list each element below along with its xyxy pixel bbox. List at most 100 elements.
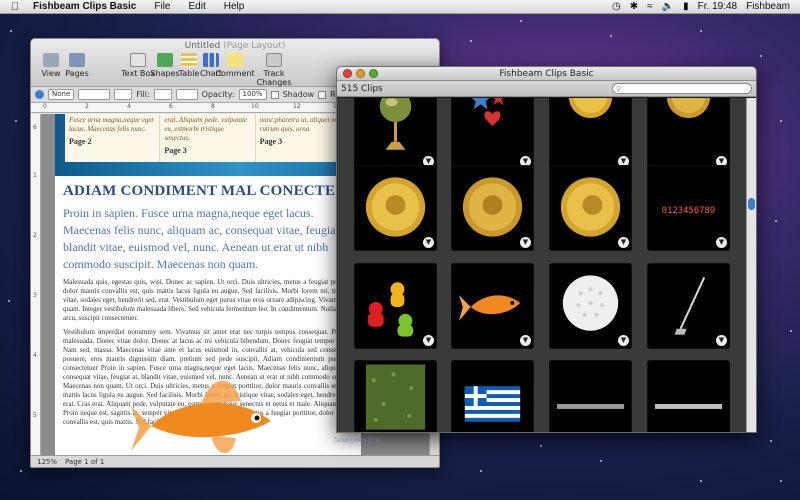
menu-file[interactable]: File xyxy=(145,1,179,12)
clips-scroll-thumb[interactable] xyxy=(748,198,755,210)
fill-label: Fill: xyxy=(136,90,150,99)
clip-tile-greece-flag[interactable]: ▼ xyxy=(451,360,534,432)
clip-tile-coin-2[interactable]: ▼ xyxy=(647,98,730,170)
search-icon: ⚲ xyxy=(616,84,622,93)
pages-title: Untitled (Page Layout) xyxy=(31,41,439,51)
header-band: Fusce urna magna,neque eget lacus. Maece… xyxy=(55,114,361,176)
grass-icon xyxy=(365,364,426,430)
clip-tile-coin-4[interactable]: ▼ xyxy=(451,165,534,251)
menu-help[interactable]: Help xyxy=(215,1,254,12)
styles-drawer-icon[interactable] xyxy=(35,90,44,99)
menu-edit[interactable]: Edit xyxy=(180,1,215,12)
shadow-checkbox[interactable] xyxy=(270,90,279,99)
goldfish-image[interactable] xyxy=(131,366,291,455)
clips-titlebar[interactable]: Fishbeam Clips Basic xyxy=(337,67,756,81)
clip-tile-stars-heart[interactable]: ▼ xyxy=(451,98,534,170)
chevron-down-icon[interactable]: ▼ xyxy=(618,237,629,248)
clock[interactable]: Fr. 19:48 xyxy=(698,1,737,12)
preview-card-page: Page 3 xyxy=(164,146,187,155)
battery-icon[interactable]: ▮ xyxy=(683,1,689,12)
pages-title-sub: (Page Layout) xyxy=(223,41,286,51)
chevron-down-icon[interactable]: ▼ xyxy=(423,237,434,248)
preview-card[interactable]: erat. Aliquam pede. vulputate eu, estmor… xyxy=(160,114,256,162)
user-menu[interactable]: Fishbeam xyxy=(746,1,790,12)
clips-window: Fishbeam Clips Basic 515 Clips ⚲ ▼ ▼ ▼ ▼ ▼ ▼ ▼… xyxy=(336,66,757,433)
text-strip-1-icon xyxy=(556,403,625,409)
vruler-tick: 2 xyxy=(33,232,37,239)
fill-more-select[interactable] xyxy=(175,89,198,100)
track-changes-icon xyxy=(266,53,282,67)
opacity-select[interactable]: 100% xyxy=(238,89,267,100)
wifi-icon[interactable]: ≈ xyxy=(647,1,653,12)
pages-status-bar: 125% Page 1 of 1 xyxy=(31,455,439,467)
textbox-icon xyxy=(130,53,146,67)
bluetooth-icon[interactable]: ✱ xyxy=(630,1,638,12)
menu-extras: ◷ ✱ ≈ 🔈 ▮ Fr. 19:48 Fishbeam xyxy=(612,1,800,12)
time-machine-icon[interactable]: ◷ xyxy=(612,1,621,12)
vertical-ruler[interactable]: 6 1 2 3 4 5 6 xyxy=(31,114,41,467)
ruler-tick: 0 xyxy=(43,103,47,110)
ruler-tick: 12 xyxy=(293,103,301,110)
toolbar-track-changes-label: Track Changes xyxy=(256,69,292,87)
zoom-select[interactable]: 125% xyxy=(37,458,57,466)
opacity-label: Opacity: xyxy=(201,90,235,99)
clip-tile-coin-3[interactable]: ▼ xyxy=(354,165,437,251)
greece-flag-icon xyxy=(464,386,521,422)
clip-tile-goldfish[interactable]: ▼ xyxy=(451,263,534,349)
toolbar-pages-button[interactable]: Pages xyxy=(57,53,97,78)
stroke-color-well[interactable] xyxy=(114,89,133,100)
chevron-down-icon[interactable]: ▼ xyxy=(716,237,727,248)
shadow-label: Shadow xyxy=(282,90,315,99)
clip-tile-coin-5[interactable]: ▼ xyxy=(549,165,632,251)
clips-scrollbar[interactable] xyxy=(746,98,756,432)
preview-card-page: Page 3 xyxy=(259,137,283,146)
document-page[interactable]: Fusce urna magna,neque eget lacus. Maece… xyxy=(55,114,361,455)
ruler-tick: 10 xyxy=(251,103,259,110)
ruler-tick: 8 xyxy=(211,103,215,110)
clip-tile-golf-ball[interactable]: ▼ xyxy=(549,263,632,349)
stroke-weight-select[interactable] xyxy=(78,89,111,100)
chevron-down-icon[interactable]: ▼ xyxy=(716,335,727,346)
clips-count: 515 Clips xyxy=(341,83,383,94)
vruler-tick: 4 xyxy=(33,352,37,359)
clip-tile-globe[interactable]: ▼ xyxy=(354,98,437,170)
comment-icon xyxy=(227,53,243,67)
vruler-tick: 1 xyxy=(33,172,37,179)
clip-tile-text-strip-2[interactable]: ▼ xyxy=(647,360,730,432)
clip-tile-golf-club[interactable]: ▼ xyxy=(647,263,730,349)
clip-tile-coin-1[interactable]: ▼ xyxy=(549,98,632,170)
menu-bar:  Fishbeam Clips Basic File Edit Help ◷ … xyxy=(0,0,800,14)
chevron-down-icon[interactable]: ▼ xyxy=(520,237,531,248)
clip-tile-led-numbers[interactable]: 0123456789 ▼ xyxy=(647,165,730,251)
clips-grid[interactable]: ▼▼▼▼▼▼▼0123456789▼▼▼▼▼▼▼▼▼ xyxy=(337,98,746,432)
toolbar-track-changes-button[interactable]: Track Changes xyxy=(249,53,299,87)
clips-search-field[interactable]: ⚲ xyxy=(612,83,752,94)
chevron-down-icon[interactable]: ▼ xyxy=(618,335,629,346)
chevron-down-icon[interactable]: ▼ xyxy=(423,335,434,346)
preview-card-text: Fusce urna magna,neque eget lacus. Maece… xyxy=(69,116,154,133)
ruler-tick: 6 xyxy=(169,103,173,110)
pages-icon xyxy=(69,53,85,67)
preview-card[interactable]: Fusce urna magna,neque eget lacus. Maece… xyxy=(65,114,161,162)
clips-title: Fishbeam Clips Basic xyxy=(499,68,594,79)
document-lead-paragraph[interactable]: Proin in sapien. Fusce urna magna,neque … xyxy=(63,205,355,273)
app-menu[interactable]: Fishbeam Clips Basic xyxy=(24,1,145,12)
fill-color-well[interactable] xyxy=(153,89,172,100)
apple-menu-icon[interactable]:  xyxy=(6,1,24,13)
stroke-style-select[interactable]: None xyxy=(48,89,75,100)
page-count: Page 1 of 1 xyxy=(65,457,105,466)
preview-card-text: nunc.pharetra ut, aliquet non, rutrum qu… xyxy=(259,116,344,133)
reflection-checkbox[interactable] xyxy=(318,90,327,99)
document-heading[interactable]: ADIAM CONDIMENT MAL CONECTER xyxy=(63,183,361,200)
pages-offscreen-text: lacus cenas felis. xyxy=(334,436,382,444)
clip-tile-gummy-bears[interactable]: ▼ xyxy=(354,263,437,349)
vruler-tick: 3 xyxy=(33,292,37,299)
volume-icon[interactable]: 🔈 xyxy=(662,1,674,12)
document-body-paragraph[interactable]: Malesuada quis, egestas quis, wisi. Done… xyxy=(63,278,355,323)
vruler-tick: 5 xyxy=(33,412,37,419)
clip-tile-text-strip-1[interactable]: ▼ xyxy=(549,360,632,432)
clip-tile-grass[interactable]: ▼ xyxy=(354,360,437,432)
chevron-down-icon[interactable]: ▼ xyxy=(520,335,531,346)
ruler-tick: 4 xyxy=(127,103,131,110)
page-preview-cards: Fusce urna magna,neque eget lacus. Maece… xyxy=(65,114,351,162)
